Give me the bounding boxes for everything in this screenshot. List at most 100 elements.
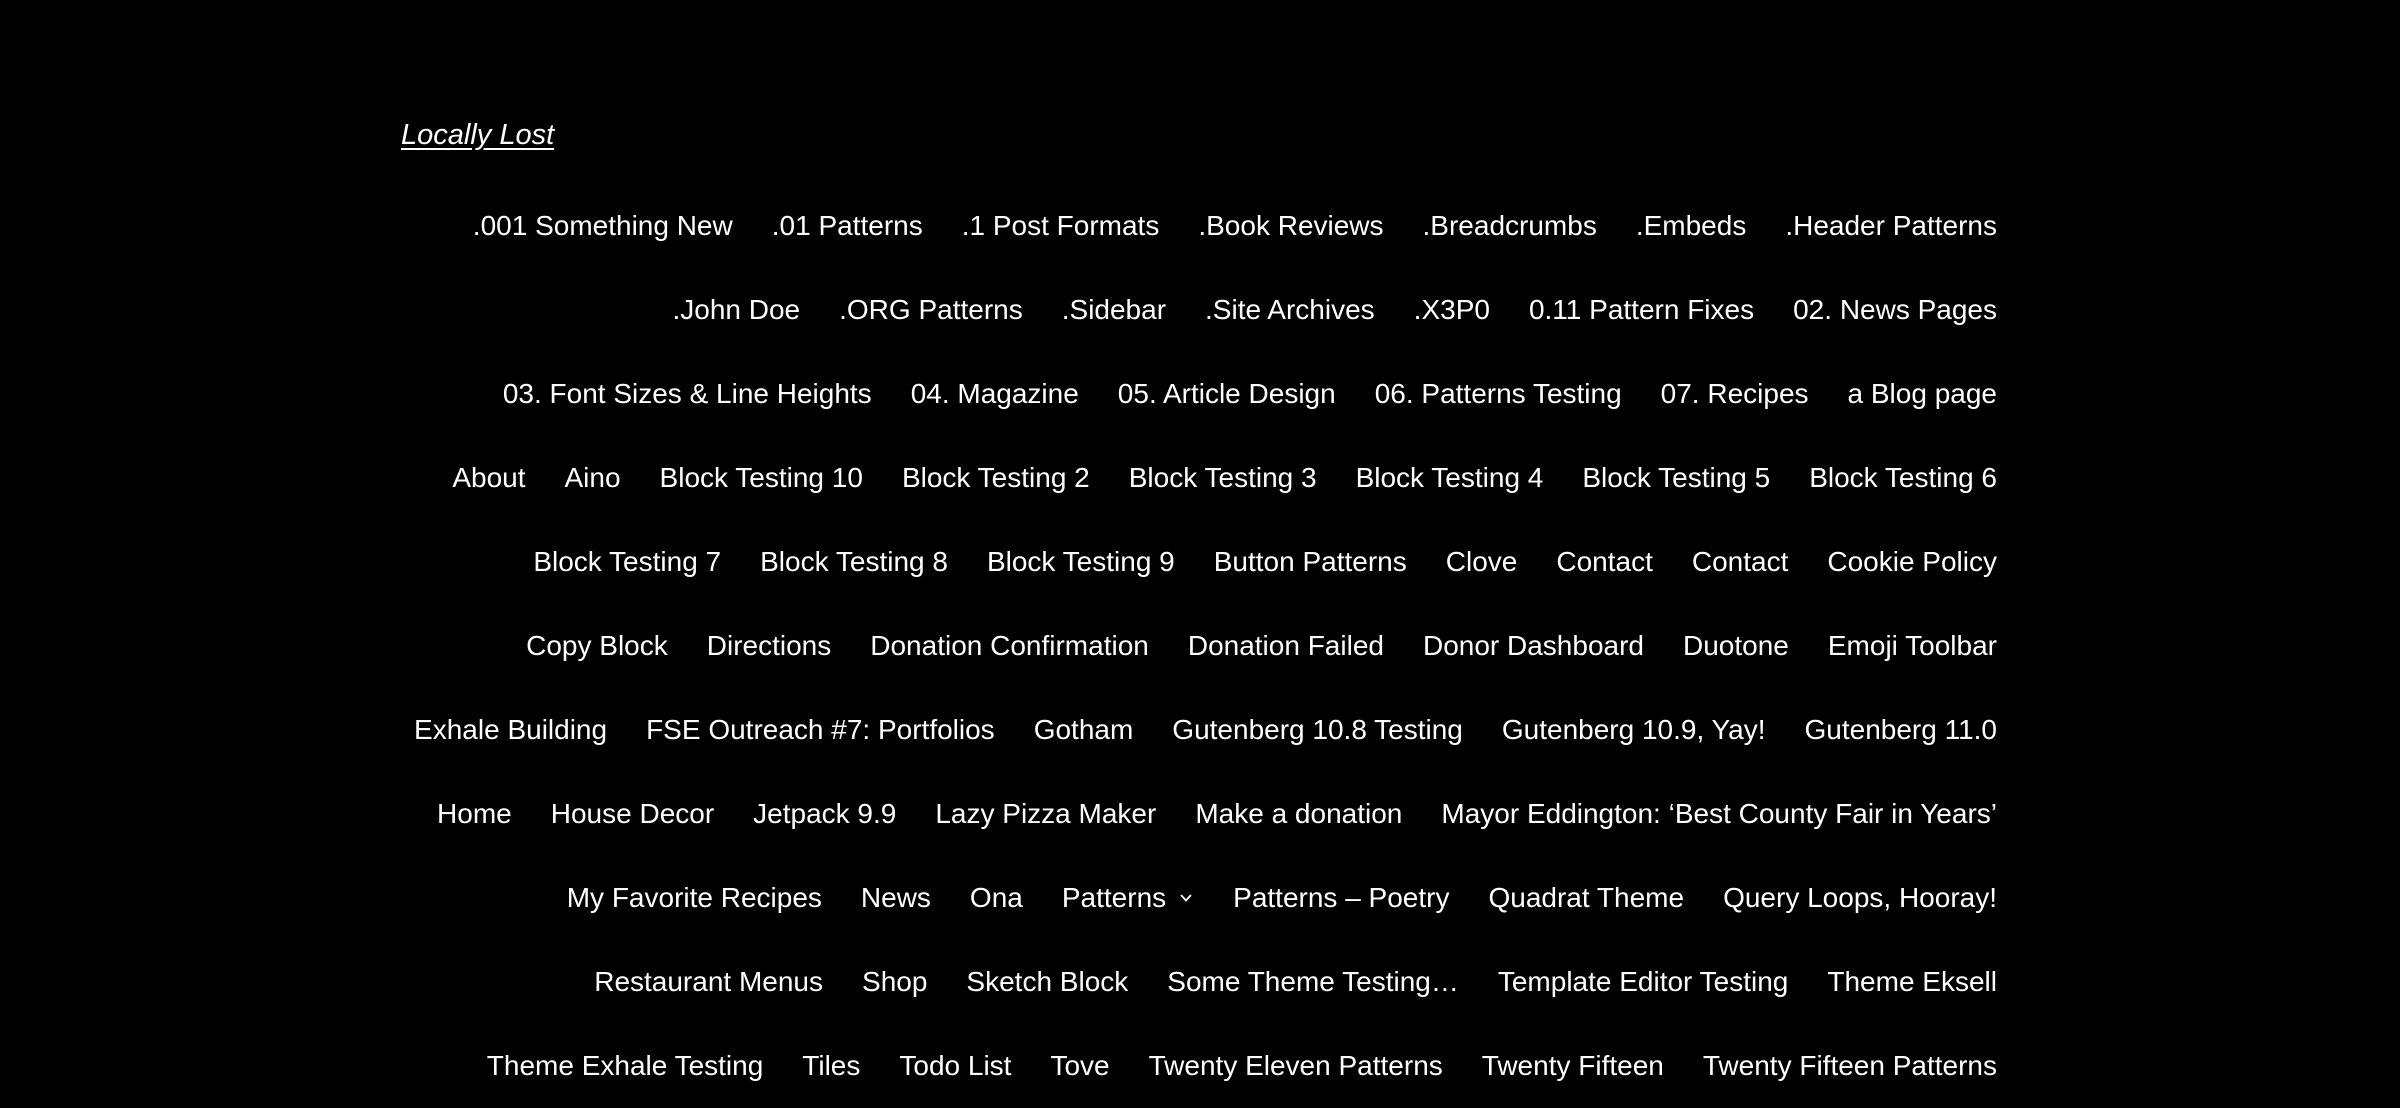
nav-row: 03. Font Sizes & Line Heights 04. Magazin… — [401, 352, 1997, 436]
nav-item-donation-failed[interactable]: Donation Failed — [1188, 624, 1384, 668]
nav-row: Home House Decor Jetpack 9.9 Lazy Pizza Mak… — [401, 772, 1997, 856]
nav-item-label: Directions — [706, 630, 832, 661]
site-title-link[interactable]: Locally Lost — [401, 113, 554, 157]
nav-item-label: My Favorite Recipes — [566, 882, 822, 913]
nav-item-a-blog-page[interactable]: a Blog page — [1848, 372, 1997, 416]
nav-item-duotone[interactable]: Duotone — [1683, 624, 1789, 668]
nav-item-sketch-block[interactable]: Sketch Block — [966, 960, 1128, 1004]
nav-item-header-patterns[interactable]: .Header Patterns — [1785, 204, 1997, 248]
nav-item-label: .01 Patterns — [771, 210, 923, 241]
nav-item-label: Block Testing 5 — [1582, 462, 1771, 493]
nav-item-gutenberg-10-9-yay[interactable]: Gutenberg 10.9, Yay! — [1502, 708, 1766, 752]
nav-item-label: 03. Font Sizes & Line Heights — [502, 378, 872, 409]
nav-item-john-doe[interactable]: .John Doe — [672, 288, 800, 332]
nav-item-directions[interactable]: Directions — [707, 624, 831, 668]
nav-item-shop[interactable]: Shop — [862, 960, 927, 1004]
nav-item-02-news-pages[interactable]: 02. News Pages — [1793, 288, 1997, 332]
nav-item-block-testing-7[interactable]: Block Testing 7 — [533, 540, 721, 584]
nav-item-06-patterns-testing[interactable]: 06. Patterns Testing — [1375, 372, 1622, 416]
nav-item-some-theme-testing[interactable]: Some Theme Testing… — [1167, 960, 1459, 1004]
nav-item-1-post-formats[interactable]: .1 Post Formats — [962, 204, 1160, 248]
nav-item-label: Make a donation — [1195, 798, 1403, 829]
nav-item-03-font-sizes-line-heights[interactable]: 03. Font Sizes & Line Heights — [503, 372, 872, 416]
nav-item-label: a Blog page — [1847, 378, 1997, 409]
nav-item-label: Block Testing 8 — [760, 546, 948, 577]
nav-item-0-11-pattern-fixes[interactable]: 0.11 Pattern Fixes — [1529, 288, 1754, 332]
nav-item-01-patterns[interactable]: .01 Patterns — [772, 204, 923, 248]
nav-item-block-testing-5[interactable]: Block Testing 5 — [1582, 456, 1770, 500]
nav-item-tove[interactable]: Tove — [1050, 1044, 1109, 1088]
nav-item-contact[interactable]: Contact — [1692, 540, 1789, 584]
nav-item-donor-dashboard[interactable]: Donor Dashboard — [1423, 624, 1644, 668]
nav-item-emoji-toolbar[interactable]: Emoji Toolbar — [1828, 624, 1997, 668]
nav-item-jetpack-9-9[interactable]: Jetpack 9.9 — [753, 792, 896, 836]
nav-item-block-testing-8[interactable]: Block Testing 8 — [760, 540, 948, 584]
nav-item-label: .001 Something New — [472, 210, 733, 241]
nav-item-lazy-pizza-maker[interactable]: Lazy Pizza Maker — [935, 792, 1156, 836]
nav-item-tiles[interactable]: Tiles — [802, 1044, 860, 1088]
nav-item-site-archives[interactable]: .Site Archives — [1205, 288, 1375, 332]
nav-item-05-article-design[interactable]: 05. Article Design — [1118, 372, 1336, 416]
nav-item-label: Home — [437, 798, 512, 829]
nav-item-button-patterns[interactable]: Button Patterns — [1214, 540, 1407, 584]
nav-item-copy-block[interactable]: Copy Block — [526, 624, 668, 668]
nav-item-theme-exhale-testing[interactable]: Theme Exhale Testing — [487, 1044, 764, 1088]
nav-item-label: .John Doe — [672, 294, 801, 325]
nav-item-about[interactable]: About — [452, 456, 525, 500]
nav-item-patterns-poetry[interactable]: Patterns – Poetry — [1233, 876, 1449, 920]
nav-item-label: Patterns — [1061, 882, 1167, 913]
nav-item-make-a-donation[interactable]: Make a donation — [1195, 792, 1402, 836]
nav-item-label: Restaurant Menus — [594, 966, 824, 997]
nav-item-donation-confirmation[interactable]: Donation Confirmation — [870, 624, 1149, 668]
nav-item-04-magazine[interactable]: 04. Magazine — [911, 372, 1079, 416]
nav-item-restaurant-menus[interactable]: Restaurant Menus — [594, 960, 823, 1004]
nav-item-label: About — [452, 462, 526, 493]
nav-item-block-testing-9[interactable]: Block Testing 9 — [987, 540, 1175, 584]
nav-item-ona[interactable]: Ona — [970, 876, 1023, 920]
nav-item-todo-list[interactable]: Todo List — [899, 1044, 1011, 1088]
nav-item-block-testing-6[interactable]: Block Testing 6 — [1809, 456, 1997, 500]
nav-item-label: Template Editor Testing — [1497, 966, 1789, 997]
nav-item-gotham[interactable]: Gotham — [1034, 708, 1134, 752]
chevron-down-icon[interactable] — [1178, 890, 1194, 906]
nav-item-07-recipes[interactable]: 07. Recipes — [1661, 372, 1809, 416]
nav-item-twenty-fifteen[interactable]: Twenty Fifteen — [1482, 1044, 1664, 1088]
nav-item-quadrat-theme[interactable]: Quadrat Theme — [1488, 876, 1684, 920]
nav-item-house-decor[interactable]: House Decor — [551, 792, 714, 836]
nav-item-block-testing-3[interactable]: Block Testing 3 — [1129, 456, 1317, 500]
nav-item-gutenberg-11-0[interactable]: Gutenberg 11.0 — [1804, 708, 1997, 752]
nav-item-cookie-policy[interactable]: Cookie Policy — [1827, 540, 1997, 584]
nav-item-label: .Header Patterns — [1785, 210, 1997, 241]
nav-item-my-favorite-recipes[interactable]: My Favorite Recipes — [567, 876, 822, 920]
nav-item-label: Contact — [1691, 546, 1789, 577]
nav-item-breadcrumbs[interactable]: .Breadcrumbs — [1423, 204, 1597, 248]
nav-item-theme-eksell[interactable]: Theme Eksell — [1827, 960, 1997, 1004]
nav-item-x3p0[interactable]: .X3P0 — [1414, 288, 1490, 332]
nav-item-home[interactable]: Home — [437, 792, 512, 836]
nav-item-001-something-new[interactable]: .001 Something New — [473, 204, 733, 248]
nav-item-query-loops-hooray[interactable]: Query Loops, Hooray! — [1723, 876, 1997, 920]
nav-item-news[interactable]: News — [861, 876, 931, 920]
nav-item-clove[interactable]: Clove — [1446, 540, 1518, 584]
nav-item-contact[interactable]: Contact — [1556, 540, 1653, 584]
nav-item-book-reviews[interactable]: .Book Reviews — [1198, 204, 1383, 248]
nav-item-template-editor-testing[interactable]: Template Editor Testing — [1498, 960, 1789, 1004]
nav-item-block-testing-10[interactable]: Block Testing 10 — [660, 456, 863, 500]
nav-item-twenty-fifteen-patterns[interactable]: Twenty Fifteen Patterns — [1703, 1044, 1997, 1088]
nav-item-org-patterns[interactable]: .ORG Patterns — [839, 288, 1023, 332]
nav-item-embeds[interactable]: .Embeds — [1636, 204, 1747, 248]
nav-item-twenty-eleven-patterns[interactable]: Twenty Eleven Patterns — [1149, 1044, 1443, 1088]
nav-item-patterns[interactable]: Patterns — [1062, 876, 1194, 920]
nav-item-label: Patterns – Poetry — [1233, 882, 1450, 913]
nav-item-exhale-building[interactable]: Exhale Building — [414, 708, 607, 752]
nav-item-block-testing-4[interactable]: Block Testing 4 — [1356, 456, 1544, 500]
nav-item-label: FSE Outreach #7: Portfolios — [646, 714, 995, 745]
nav-item-aino[interactable]: Aino — [565, 456, 621, 500]
nav-item-mayor-eddington-best-county-fair-in-years[interactable]: Mayor Eddington: ‘Best County Fair in Ye… — [1441, 792, 1997, 836]
nav-item-fse-outreach-7-portfolios[interactable]: FSE Outreach #7: Portfolios — [646, 708, 995, 752]
nav-item-block-testing-2[interactable]: Block Testing 2 — [902, 456, 1090, 500]
nav-item-label: Todo List — [899, 1050, 1012, 1081]
nav-item-sidebar[interactable]: .Sidebar — [1062, 288, 1166, 332]
nav-item-gutenberg-10-8-testing[interactable]: Gutenberg 10.8 Testing — [1172, 708, 1463, 752]
nav-row: Exhale Building FSE Outreach #7: Portfoli… — [401, 688, 1997, 772]
